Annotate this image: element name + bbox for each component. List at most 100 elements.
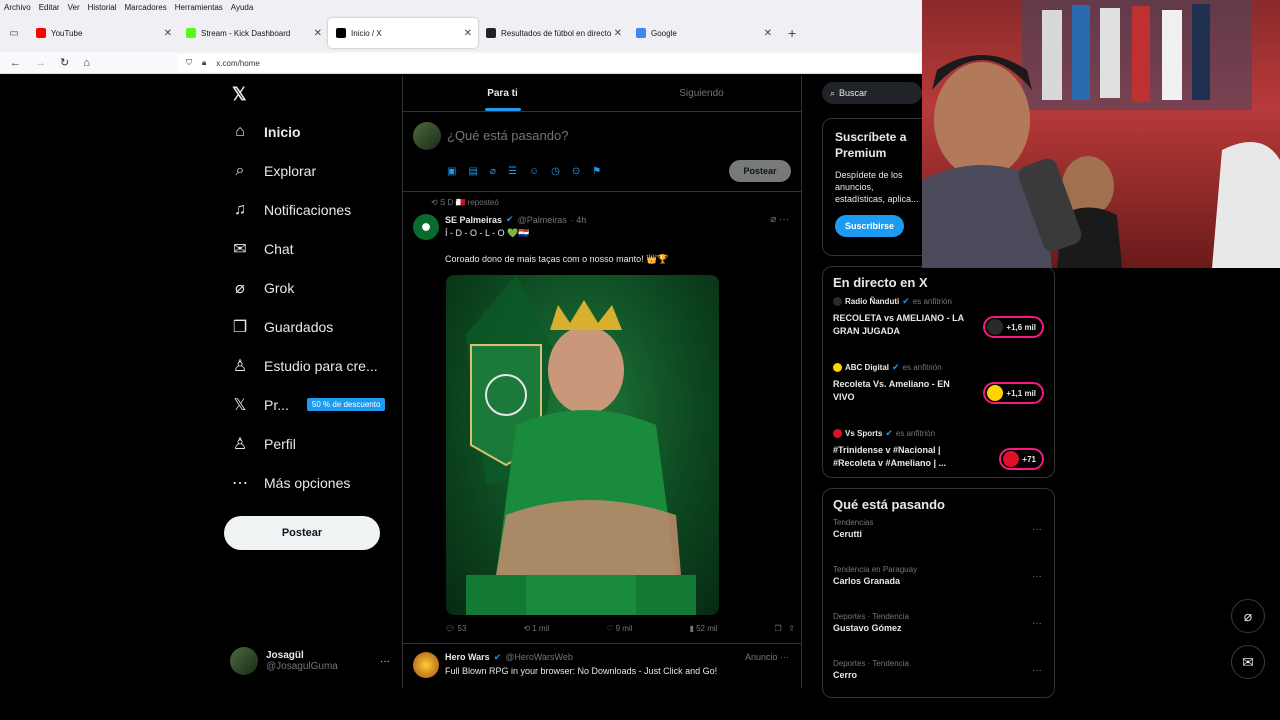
menu-item[interactable]: Ayuda	[231, 3, 254, 12]
messages-fab-icon[interactable]: ✉	[1231, 645, 1265, 679]
close-icon[interactable]: ✕	[464, 28, 472, 39]
views-button[interactable]: ▮ 52 mil	[689, 624, 717, 633]
composer-post-button[interactable]: Postear	[729, 160, 791, 182]
tab-title: Resultados de fútbol en directo	[501, 28, 612, 38]
sidebar-item[interactable]: ⌀ Grok	[220, 268, 400, 307]
tweet-time[interactable]: · 4h	[571, 215, 587, 225]
composer-tools: ▣ ▤ ⌀ ☰ ☺ ◷ ⊙ ⚑	[447, 166, 601, 177]
like-count: 9 mil	[615, 624, 633, 633]
forward-icon[interactable]: →	[35, 57, 46, 69]
tweet[interactable]: ⟲ S D 🇲🇹 reposteó SE Palmeiras ✔ @Palmei…	[403, 192, 801, 644]
sidebar-item[interactable]: ❒ Guardados	[220, 307, 400, 346]
browser-navbar: ← → ↻ ⌂ ⛉ 🔒︎ x.com/home	[0, 52, 922, 74]
browser-tab[interactable]: Resultados de fútbol en directo ✕	[478, 18, 628, 48]
location-icon[interactable]: ⊙	[572, 166, 580, 177]
schedule-icon[interactable]: ◷	[551, 166, 560, 177]
menu-item[interactable]: Archivo	[4, 3, 31, 12]
tab-list-icon[interactable]: ▭	[0, 28, 28, 39]
menu-item[interactable]: Editar	[39, 3, 60, 12]
more-icon[interactable]: ···	[1032, 571, 1042, 582]
avatar[interactable]	[413, 214, 439, 240]
tweet-handle[interactable]: @Palmeiras	[518, 215, 567, 225]
sidebar-item[interactable]: ♙ Estudio para cre...	[220, 346, 400, 385]
new-tab-icon[interactable]: +	[788, 25, 796, 41]
close-icon[interactable]: ✕	[164, 28, 172, 39]
browser-tab[interactable]: Inicio / X ✕	[328, 18, 478, 48]
close-icon[interactable]: ✕	[614, 28, 622, 39]
home-browser-icon[interactable]: ⌂	[83, 57, 90, 69]
browser-tab[interactable]: Google ✕	[628, 18, 778, 48]
sidebar-item-label: Perfil	[264, 435, 296, 452]
trend-item[interactable]: Tendencia en Paraguay Carlos Granada ···	[833, 565, 1044, 606]
menu-item[interactable]: Ver	[68, 3, 80, 12]
close-icon[interactable]: ✕	[314, 28, 322, 39]
profile-name: Josagül	[266, 650, 304, 661]
trend-item[interactable]: Tendencias Cerutti ···	[833, 518, 1044, 559]
url-bar[interactable]: ⛉ 🔒︎ x.com/home	[178, 54, 918, 72]
ad-handle[interactable]: @HeroWarsWeb	[505, 652, 573, 663]
listener-pill[interactable]: +71	[999, 448, 1044, 470]
tweet-image[interactable]	[446, 275, 719, 615]
more-icon[interactable]: ···	[1032, 665, 1042, 676]
sidebar-item[interactable]: ⌕ Explorar	[220, 151, 400, 190]
tab-para-ti[interactable]: Para ti	[403, 76, 602, 111]
live-item[interactable]: ABC Digital ✔ es anfitrión Recoleta Vs. Ame…	[833, 362, 1044, 422]
browser-tab[interactable]: YouTube ✕	[28, 18, 178, 48]
trend-item[interactable]: Deportes · Tendencia Cerro ···	[833, 659, 1044, 700]
reload-icon[interactable]: ↻	[60, 56, 69, 69]
image-icon[interactable]: ▣	[447, 166, 456, 177]
poll-icon[interactable]: ☰	[508, 166, 517, 177]
studio-icon: ♙	[232, 357, 248, 375]
tweet-more-icon[interactable]: ⌀ ···	[770, 214, 789, 225]
listener-pill[interactable]: +1,1 mil	[983, 382, 1044, 404]
grok-icon[interactable]: ⌀	[490, 166, 496, 177]
ad-tweet[interactable]: Hero Wars ✔ @HeroWarsWeb Anuncio ··· Ful…	[403, 644, 801, 688]
sidebar-item[interactable]: ♙ Perfil	[220, 424, 400, 463]
home-icon: ⌂	[235, 122, 245, 140]
sidebar-item[interactable]: ♫ Notificaciones	[220, 190, 400, 229]
flag-icon[interactable]: ⚑	[592, 166, 601, 177]
subscribe-button[interactable]: Suscribirse	[835, 215, 905, 237]
back-icon[interactable]: ←	[10, 57, 21, 69]
ad-author[interactable]: Hero Wars	[445, 652, 490, 663]
x-logo-icon[interactable]: 𝕏	[220, 76, 400, 112]
more-icon[interactable]: ···	[380, 656, 390, 667]
sidebar-item[interactable]: ⌂ Inicio	[220, 112, 400, 151]
avatar[interactable]	[413, 652, 439, 678]
listener-pill[interactable]: +1,6 mil	[983, 316, 1044, 338]
mail-icon: ✉	[233, 240, 247, 258]
trends-title: Qué está pasando	[833, 497, 945, 512]
verified-icon: ✔	[493, 652, 502, 662]
premium-title: Suscríbete a Premium	[835, 130, 907, 160]
tweet-author[interactable]: SE Palmeiras	[445, 215, 502, 225]
menu-item[interactable]: Herramientas	[175, 3, 223, 12]
close-icon[interactable]: ✕	[764, 28, 772, 39]
repost-button[interactable]: ⟲ 1 mil	[523, 624, 549, 633]
composer: ¿Qué está pasando? ▣ ▤ ⌀ ☰ ☺ ◷ ⊙ ⚑ Poste…	[403, 112, 801, 192]
menu-item[interactable]: Historial	[88, 3, 117, 12]
menu-item[interactable]: Marcadores	[125, 3, 167, 12]
reply-button[interactable]: 💬︎ 53	[445, 624, 466, 633]
browser-tab[interactable]: Stream - Kick Dashboard ✕	[178, 18, 328, 48]
emoji-icon[interactable]: ☺	[529, 166, 539, 177]
composer-input[interactable]: ¿Qué está pasando?	[447, 128, 568, 143]
tab-siguiendo[interactable]: Siguiendo	[602, 76, 801, 111]
lock-icon: 🔒︎	[202, 58, 207, 67]
like-button[interactable]: ♡ 9 mil	[606, 624, 632, 633]
post-button[interactable]: Postear	[224, 516, 380, 550]
ad-header: Hero Wars ✔ @HeroWarsWeb	[445, 652, 573, 663]
live-item[interactable]: Vs Sports ✔ es anfitrión #Trinidense v #Nac…	[833, 428, 1044, 488]
grok-fab-icon[interactable]: ⌀	[1231, 599, 1265, 633]
gif-icon[interactable]: ▤	[468, 166, 477, 177]
more-icon[interactable]: ···	[1032, 524, 1042, 535]
bookmark-icon[interactable]: ❒ ⇪	[774, 624, 795, 633]
sidebar-item[interactable]: 𝕏 Pr... 50 % de descuento	[220, 385, 400, 424]
live-item[interactable]: Radio Ñanduti ✔ es anfitrión RECOLETA vs AM…	[833, 296, 1044, 356]
search-input[interactable]: ⌕ Buscar	[822, 82, 922, 104]
sidebar-item[interactable]: ⋯ Más opciones	[220, 463, 400, 502]
listener-count: +1,6 mil	[1006, 322, 1036, 332]
trend-item[interactable]: Deportes · Tendencia Gustavo Gómez ···	[833, 612, 1044, 653]
more-icon[interactable]: ···	[1032, 618, 1042, 629]
sidebar-item[interactable]: ✉ Chat	[220, 229, 400, 268]
account-switcher[interactable]: Josagül @JosagulGuma ···	[230, 644, 390, 678]
